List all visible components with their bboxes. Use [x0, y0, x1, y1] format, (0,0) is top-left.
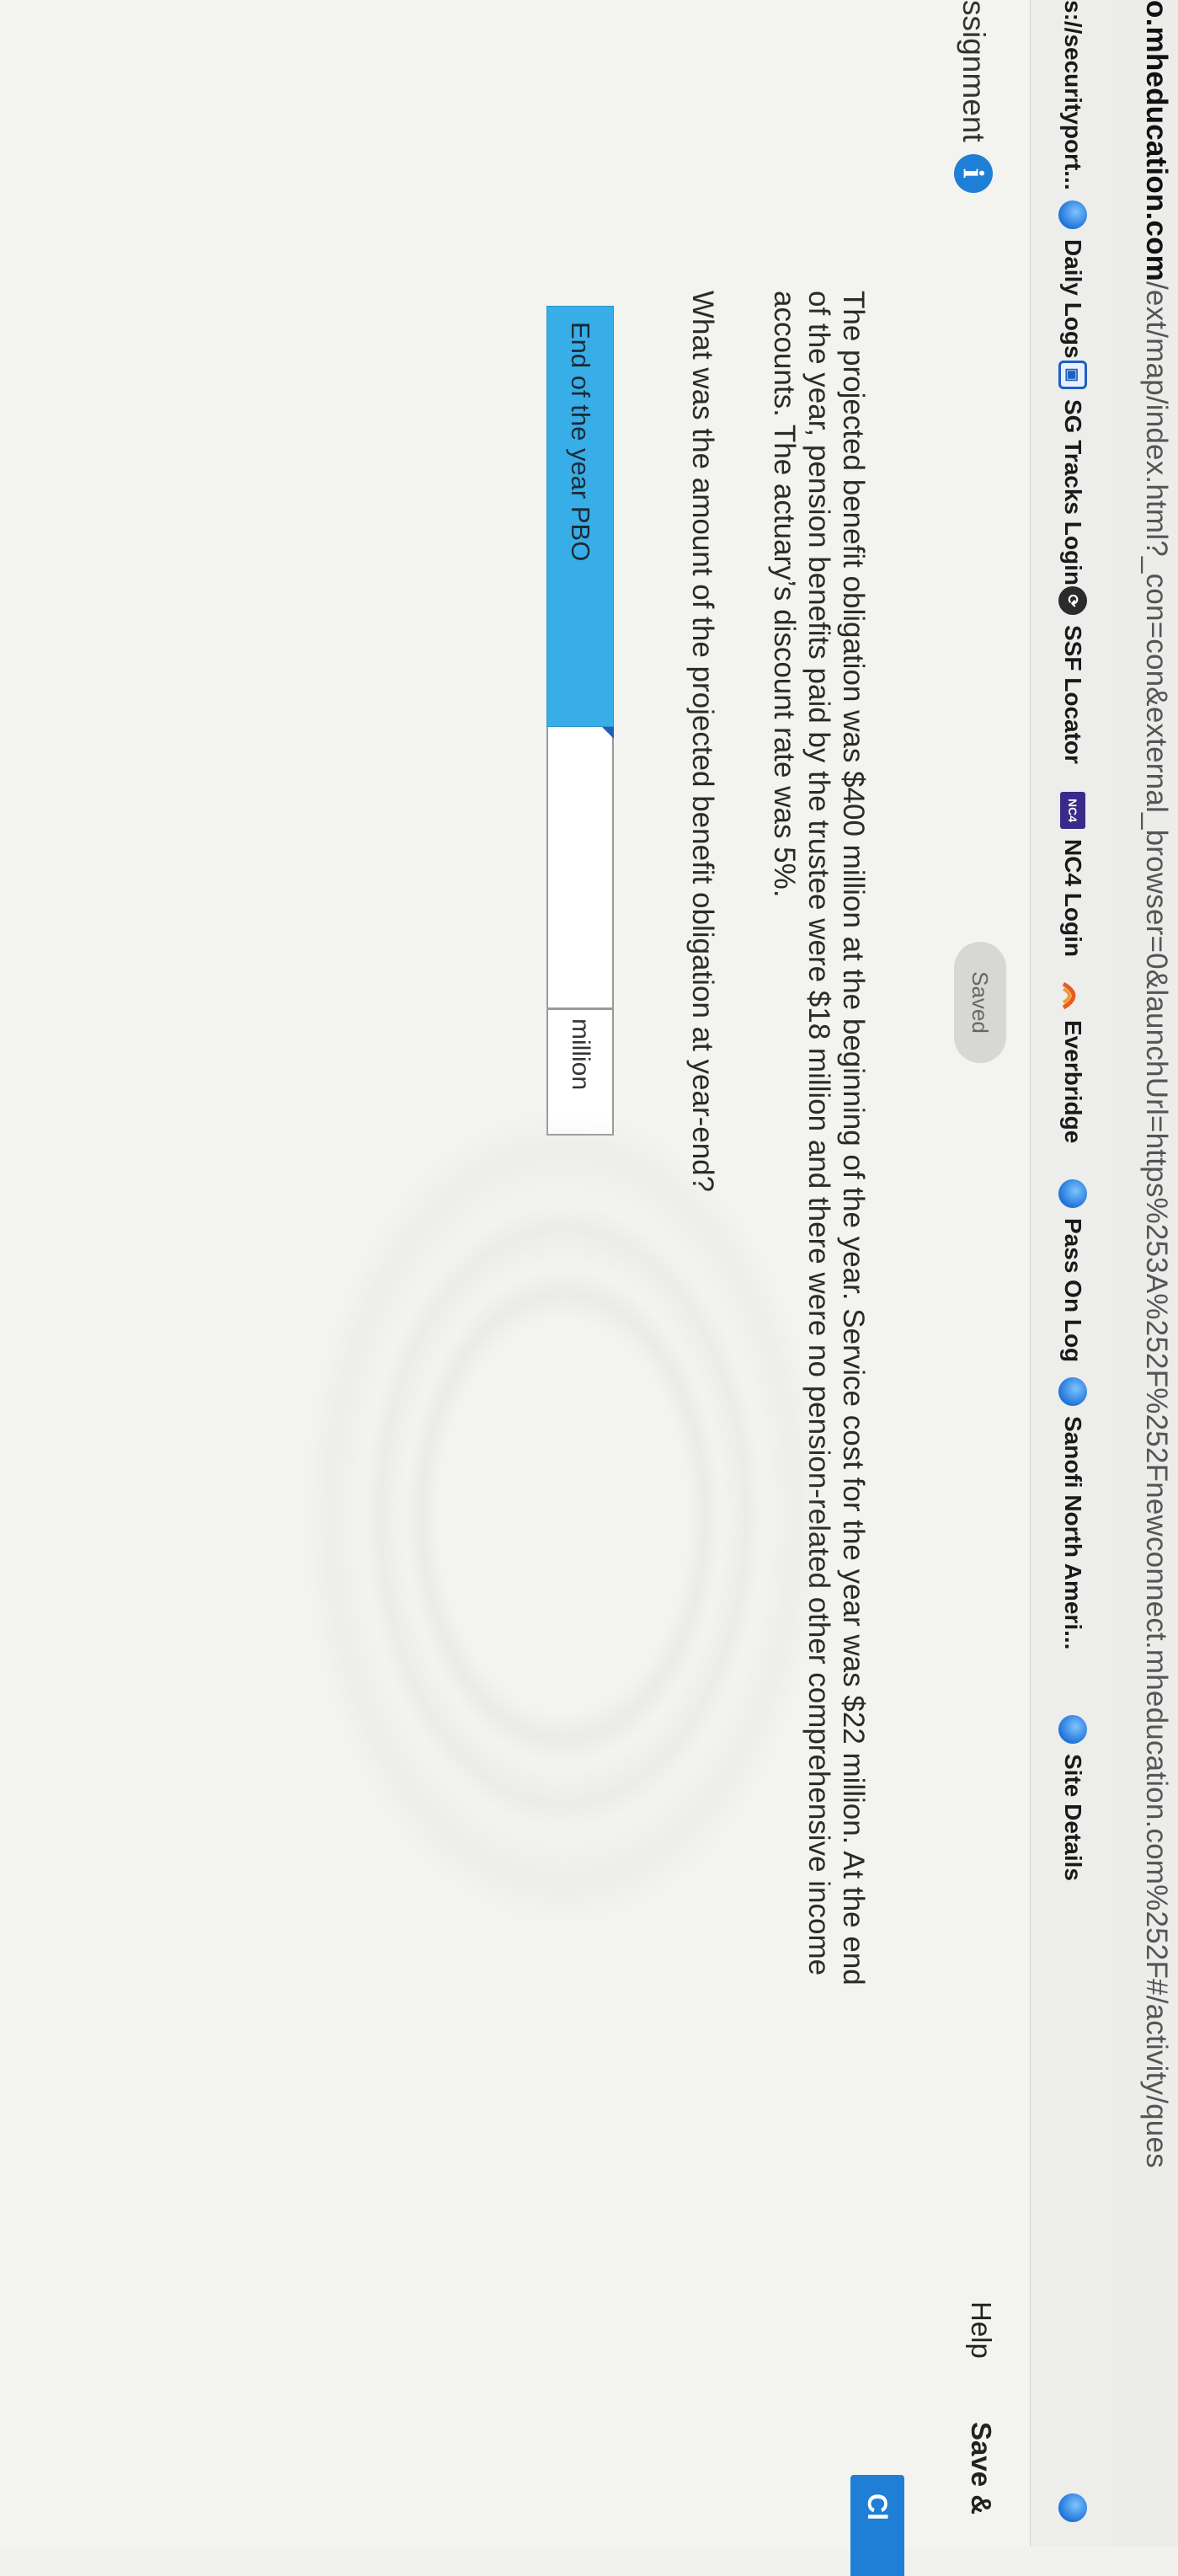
bookmark-pass-on-log[interactable]: Pass On Log — [1055, 1179, 1090, 1362]
url-text[interactable]: o.mheducation.com/ext/map/index.html?_co… — [1139, 0, 1173, 2168]
globe-icon — [1058, 1715, 1087, 1744]
globe-icon — [1058, 1179, 1087, 1208]
bookmark-overflow[interactable] — [1055, 2493, 1090, 2532]
bookmark-label: NC4 Login — [1060, 839, 1086, 957]
bookmark-sanofi-north-america[interactable]: Sanofi North Ameri... — [1055, 1377, 1090, 1649]
globe-icon — [1058, 2493, 1087, 2522]
help-link[interactable]: Help — [965, 2301, 997, 2359]
url-domain: o.mheducation.com — [1140, 0, 1173, 281]
browser-window: o.mheducation.com/ext/map/index.html?_co… — [0, 0, 1178, 2576]
question-text: The projected benefit obligation was $40… — [768, 291, 870, 1985]
bookmark-sg-tracks-login[interactable]: ▣ SG Tracks Login — [1055, 361, 1090, 585]
info-icon[interactable]: i — [954, 153, 993, 193]
bookmark-label: s://securityport... — [1060, 0, 1086, 190]
url-path: /ext/map/index.html?_con=con&external_br… — [1140, 281, 1173, 2168]
bookmark-label: Everbridge — [1060, 1020, 1086, 1144]
bookmark-ssf-locator[interactable]: ⟳ SSF Locator — [1055, 586, 1090, 764]
saved-status-badge: Saved — [954, 942, 1006, 1063]
assignment-label: ssignment — [957, 0, 991, 142]
bookmark-label: Sanofi North Ameri... — [1060, 1416, 1086, 1650]
assignment-title: ssignment i — [954, 0, 993, 193]
bookmark-label: Daily Logs — [1060, 239, 1086, 359]
sg-icon: ▣ — [1058, 361, 1087, 389]
globe-icon — [1058, 1377, 1087, 1406]
unit-label: million — [546, 1009, 614, 1136]
bookmark-label: Site Details — [1060, 1754, 1086, 1881]
save-exit-button[interactable]: Save & — [965, 2422, 997, 2515]
bookmark-label: Pass On Log — [1060, 1218, 1086, 1363]
bookmark-label: SG Tracks Login — [1060, 399, 1086, 585]
bookmark-site-details[interactable]: Site Details — [1055, 1715, 1090, 1881]
bookmark-label: SSF Locator — [1060, 625, 1086, 764]
everbridge-icon — [1062, 981, 1076, 1010]
bookmarks-bar: s://securityport... Daily Logs ▣ SG Trac… — [1030, 0, 1111, 2547]
globe-icon — [1058, 200, 1087, 229]
cell-marker-icon — [602, 727, 614, 739]
bookmark-nc4-login[interactable]: NC4 NC4 Login — [1055, 792, 1090, 957]
ssf-icon: ⟳ — [1058, 586, 1087, 615]
bookmark-securityport[interactable]: s://securityport... — [1055, 0, 1090, 190]
answer-table-row: End of the year PBO million — [546, 306, 614, 1136]
address-bar[interactable]: o.mheducation.com/ext/map/index.html?_co… — [1110, 0, 1178, 2547]
question-prompt: What was the amount of the projected ben… — [686, 291, 719, 1193]
bookmark-everbridge[interactable]: Everbridge — [1055, 981, 1090, 1143]
bookmark-daily-logs[interactable]: Daily Logs — [1055, 200, 1090, 359]
check-my-work-button[interactable]: Cl — [850, 2475, 904, 2576]
answer-row-label: End of the year PBO — [546, 306, 614, 727]
pbo-answer-input[interactable] — [546, 727, 614, 1009]
nc4-icon: NC4 — [1060, 792, 1085, 829]
